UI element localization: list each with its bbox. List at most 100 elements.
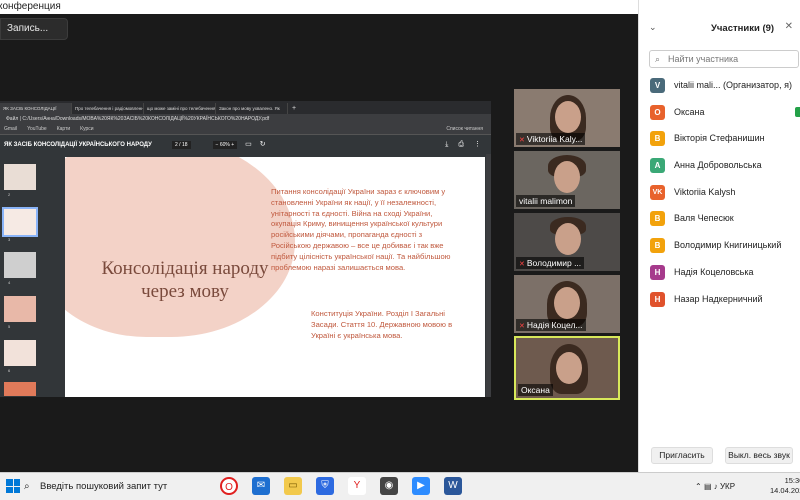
zoom-icon[interactable]: ▶ [412,477,430,495]
thumbnail[interactable] [4,164,36,190]
video-name: Viktoriia Kaly... [526,134,583,144]
avatar: В [650,211,665,227]
participants-panel: ⌄ Участники (9) ✕ ⌕ Найти участника V vi… [638,0,800,472]
rotate-icon[interactable]: ↻ [260,136,266,154]
camera-app-icon[interactable]: ◉ [380,477,398,495]
bookmark-item[interactable]: Gmail [4,124,17,134]
new-tab-icon[interactable]: + [288,103,300,114]
download-icon[interactable]: ⤓ [445,136,448,154]
address-bar[interactable]: Файл | C:/Users/Анна/Downloads/МОВА%20ЯК… [0,114,491,124]
shared-screen: ЯК ЗАСІБ КОНСОЛІДАЦІЇ Про телебачення і … [0,101,491,397]
pdf-page-number[interactable]: 2 [175,142,178,148]
input-language[interactable]: УКР [720,482,735,491]
thumbnail-number: 5 [8,324,11,329]
status-badge [795,106,800,117]
video-tile-active-speaker[interactable]: Оксана [514,336,620,400]
more-icon[interactable]: ⋮ [474,136,481,154]
bookmark-item[interactable]: Карти [57,124,70,134]
bookmark-item[interactable]: YouTube [27,124,47,134]
clock-date: 14.04.202 [770,486,800,495]
file-explorer-icon[interactable]: ▭ [284,477,302,495]
bookmarks-bar: Gmail YouTube Карти Курси Список читання [0,124,491,135]
taskbar: ⌕ Введіть пошуковий запит тут O ✉ ▭ ⛨ Y … [0,472,800,500]
network-icon[interactable]: ▤ [704,482,712,491]
volume-icon[interactable]: ♪ [714,482,718,491]
taskbar-search[interactable]: ⌕ Введіть пошуковий запит тут [0,473,214,500]
thumbnail[interactable] [4,296,36,322]
slide-paragraph: Питання консолідації України зараз є клю… [271,187,451,272]
video-tile[interactable]: ✕ Володимир ... [514,213,620,271]
recording-indicator[interactable]: Запись... [0,18,68,40]
video-tile[interactable]: vitalii malimon [514,151,620,209]
windows-start-icon[interactable] [6,479,20,493]
participant-name: Анна Добровольська [674,160,762,171]
participant-row[interactable]: В Володимир Книгиницький [639,236,800,263]
pdf-page-count: / 18 [179,142,188,148]
thumbnail-number: 4 [8,280,11,285]
participant-row[interactable]: В Валя Чепесюк [639,209,800,236]
video-tile[interactable]: ✕ Надія Коцел... [514,275,620,333]
window-titlebar: конференция [0,0,638,14]
system-tray: ⌃ ▤ ♪ УКР [695,473,735,500]
pdf-scrollbar[interactable] [486,154,491,397]
decorative-blob [65,157,295,337]
participant-row[interactable]: V vitalii mali... (Организатор, я) [639,76,800,103]
panel-header: ⌄ Участники (9) ✕ [639,18,800,40]
participant-row[interactable]: В Вікторія Стефанишин [639,129,800,156]
bookmark-item[interactable]: Курси [80,124,93,134]
word-icon[interactable]: W [444,477,462,495]
close-icon[interactable]: ✕ [785,21,793,32]
pdf-title: ЯК ЗАСІБ КОНСОЛІДАЦІЇ УКРАЇНСЬКОГО НАРОД… [4,142,152,148]
print-icon[interactable]: ⎙ [458,136,464,154]
participant-row[interactable]: VK Viktoriia Kalysh [639,183,800,210]
pdf-zoom[interactable]: − 60% + [212,141,238,149]
video-name-label: vitalii malimon [516,195,576,207]
invite-button[interactable]: Пригласить [651,447,713,464]
screen: конференция Запись... ЯК ЗАСІБ КОНСОЛІДА… [0,0,800,500]
participant-list: V vitalii mali... (Организатор, я) О Окс… [639,76,800,316]
participant-row[interactable]: О Оксана [639,103,800,130]
mute-all-button[interactable]: Выкл. весь звук [725,447,793,464]
video-name-label: Оксана [518,384,553,396]
participant-row[interactable]: Н Назар Надкерничний [639,290,800,317]
panel-title: Участники (9) [711,23,775,34]
participant-row[interactable]: А Анна Добровольська [639,156,800,183]
video-name: Володимир ... [526,258,582,268]
opera-icon[interactable]: O [220,477,238,495]
thumbnail[interactable] [4,252,36,278]
reading-list[interactable]: Список читання [446,124,491,134]
avatar: В [650,131,665,147]
mail-icon[interactable]: ✉ [252,477,270,495]
security-icon[interactable]: ⛨ [316,477,334,495]
participant-name: Валя Чепесюк [674,213,734,224]
chevron-up-icon[interactable]: ⌃ [695,482,702,491]
pdf-zoom-value[interactable]: 60% [220,142,230,148]
taskbar-search-placeholder: Введіть пошуковий запит тут [40,481,168,492]
browser-tab[interactable]: ЯК ЗАСІБ КОНСОЛІДАЦІЇ [0,103,72,114]
clock[interactable]: 15:30 14.04.202 [770,476,800,496]
browser-tab[interactable]: Про телебачення і радіомовлення [72,103,144,114]
meeting-area: Запись... ЯК ЗАСІБ КОНСОЛІДАЦІЇ Про теле… [0,14,638,472]
participant-name: Вікторія Стефанишин [674,133,765,144]
fit-page-icon[interactable]: ▭ [245,136,252,154]
video-name: Оксана [521,385,550,395]
thumbnail[interactable] [4,340,36,366]
yandex-icon[interactable]: Y [348,477,366,495]
participant-row[interactable]: Н Надія Коцеловська [639,263,800,290]
avatar: О [650,104,665,120]
chevron-down-icon[interactable]: ⌄ [649,22,657,33]
pdf-actions: ⤓ ⎙ ⋮ [445,136,491,154]
video-tile[interactable]: ✕ Viktoriia Kaly... [514,89,620,147]
browser-tab[interactable]: Закон про мову ухвалено. Як [216,103,288,114]
face-shape [555,223,581,255]
pdf-page-indicator[interactable]: 2 / 18 [172,141,191,149]
thumbnail[interactable] [4,382,36,396]
face-shape [556,352,582,384]
avatar: В [650,238,665,254]
participant-search-input[interactable]: ⌕ Найти участника [649,50,799,68]
browser-tab[interactable]: що може заміні про телебачення [144,103,216,114]
video-name: Надія Коцел... [526,320,583,330]
thumbnail-selected[interactable] [2,207,38,237]
participant-name: Надія Коцеловська [674,266,754,277]
avatar: Н [650,264,665,280]
